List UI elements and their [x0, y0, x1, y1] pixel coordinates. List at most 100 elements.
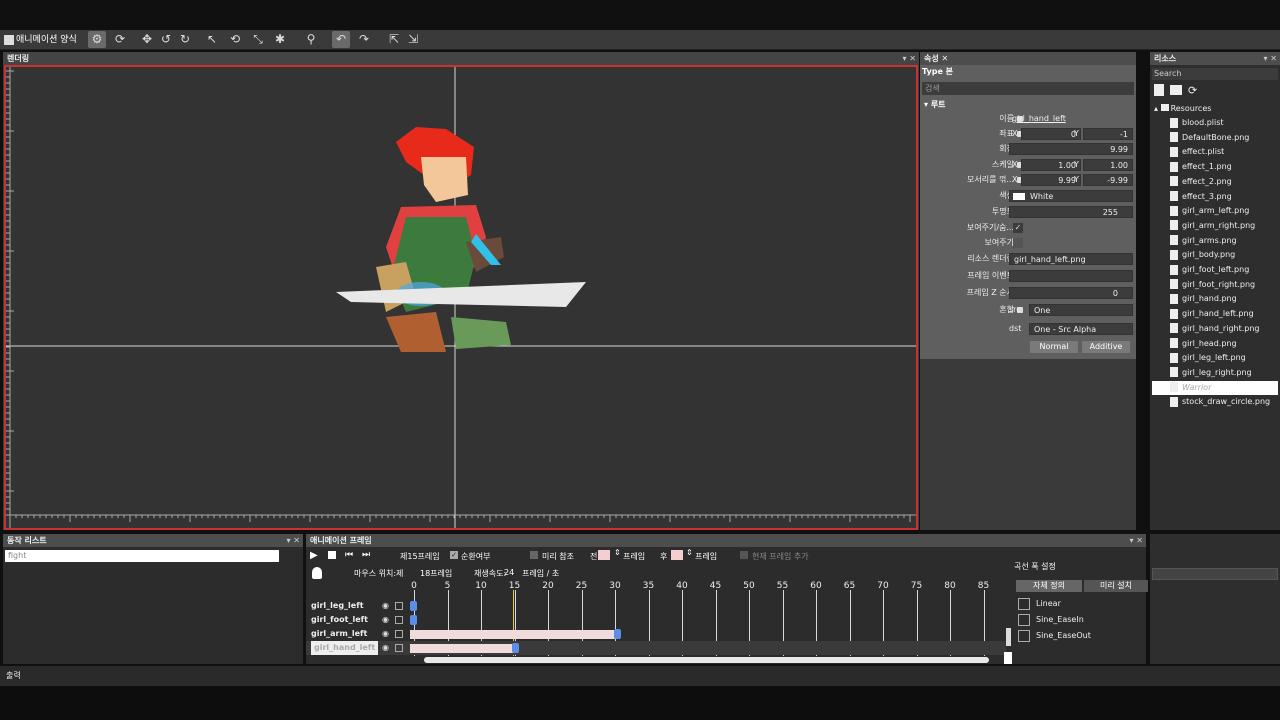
next-icon[interactable]: ↷: [355, 31, 373, 48]
track-row[interactable]: girl_leg_left ◉: [306, 599, 1006, 613]
prev-frame-icon[interactable]: ⏮: [345, 550, 353, 560]
resource-item[interactable]: girl_leg_right.png: [1170, 366, 1252, 380]
curve-item-sine-easeout[interactable]: Sine_EaseOut: [1018, 629, 1091, 643]
scale-x-input[interactable]: 1.00: [1021, 159, 1081, 171]
prev-frames-input[interactable]: [598, 550, 610, 560]
move-icon[interactable]: ✥: [138, 31, 156, 48]
mode-selector[interactable]: 애니메이션 양식: [4, 32, 77, 48]
additive-button[interactable]: Additive: [1082, 341, 1130, 353]
folder-icon[interactable]: [1170, 85, 1182, 95]
resource-search-input[interactable]: Search: [1152, 68, 1278, 80]
lock-icon[interactable]: [395, 630, 403, 638]
rotation-input[interactable]: 9.99: [1009, 143, 1133, 155]
resources-root[interactable]: ▴ Resources: [1154, 102, 1211, 116]
resource-item[interactable]: girl_hand_right.png: [1170, 322, 1260, 336]
onion-checkbox[interactable]: [530, 551, 538, 559]
prev-spinner-icon[interactable]: ⇕: [614, 548, 621, 557]
refresh-resources-icon[interactable]: ⟳: [1188, 84, 1197, 97]
lock-icon[interactable]: [395, 644, 403, 652]
resource-item[interactable]: girl_hand_left.png: [1170, 307, 1254, 321]
play-icon[interactable]: ▶: [310, 550, 318, 561]
pos-x-input[interactable]: 0: [1021, 128, 1081, 140]
import-icon[interactable]: ⇲: [404, 31, 422, 48]
timeline-hscrollbar[interactable]: [424, 657, 989, 663]
stop-icon[interactable]: [328, 551, 336, 559]
resources-tab[interactable]: 리소스 ▾ ✕: [1150, 52, 1280, 65]
resource-item[interactable]: girl_foot_right.png: [1170, 278, 1255, 292]
character-sprite[interactable]: [336, 127, 586, 352]
track-row-selected[interactable]: girl_hand_left ◉: [306, 641, 1006, 655]
frame-z-input[interactable]: 0: [1009, 287, 1133, 299]
track-row[interactable]: girl_arm_left ◉: [306, 627, 1006, 641]
resource-item[interactable]: girl_arms.png: [1170, 234, 1237, 248]
properties-tab[interactable]: 속성 ✕: [920, 52, 1136, 65]
export-icon[interactable]: ⇱: [385, 31, 403, 48]
scale-icon[interactable]: ⤡: [249, 31, 267, 48]
pos-y-input[interactable]: -1: [1083, 128, 1133, 140]
resource-item[interactable]: effect_1.png: [1170, 160, 1232, 174]
resource-item[interactable]: effect.plist: [1170, 145, 1224, 159]
scale-y-input[interactable]: 1.00: [1083, 159, 1133, 171]
visible-hint-checkbox[interactable]: ✓: [1013, 223, 1023, 233]
add-frame-checkbox[interactable]: [740, 551, 748, 559]
opacity-input[interactable]: 255: [1009, 206, 1133, 218]
frame-event-input[interactable]: [1009, 270, 1133, 282]
eye-icon[interactable]: ◉: [382, 643, 389, 652]
resource-item[interactable]: effect_3.png: [1170, 190, 1232, 204]
blend-dst-select[interactable]: One - Src Alpha: [1029, 323, 1133, 335]
resource-input[interactable]: girl_hand_left.png: [1009, 253, 1133, 265]
lock-icon[interactable]: [395, 602, 403, 610]
action-list-item[interactable]: fight: [5, 550, 279, 562]
animation-icon[interactable]: ⚙: [88, 31, 106, 48]
resource-item[interactable]: girl_foot_left.png: [1170, 263, 1249, 277]
resource-item[interactable]: girl_body.png: [1170, 248, 1235, 262]
curve-item-linear[interactable]: Linear: [1018, 597, 1061, 611]
flip-icon[interactable]: ↶: [332, 31, 350, 48]
next-spinner-icon[interactable]: ⇕: [686, 548, 693, 557]
speed-value[interactable]: 24: [504, 568, 514, 577]
panel-menu-icon[interactable]: ▾ ✕: [902, 52, 916, 65]
visible-checkbox[interactable]: [1013, 238, 1023, 248]
property-search-input[interactable]: 검색: [922, 82, 1134, 95]
keyframe[interactable]: [410, 601, 417, 611]
resource-item[interactable]: girl_arm_right.png: [1170, 219, 1255, 233]
resource-item[interactable]: Warrior: [1152, 380, 1278, 395]
curve-item-sine-easein[interactable]: Sine_EaseIn: [1018, 613, 1084, 627]
blend-src-select[interactable]: One: [1029, 304, 1133, 316]
preset-curve-tab[interactable]: 미리 설치: [1084, 580, 1148, 592]
eye-icon[interactable]: ◉: [382, 629, 389, 638]
timeline-vscrollbar[interactable]: [1006, 628, 1011, 646]
skew-x-input[interactable]: 9.99: [1021, 174, 1081, 186]
rotate-right-icon[interactable]: ↻: [176, 31, 194, 48]
skew-y-input[interactable]: -9.99: [1083, 174, 1133, 186]
keyframe[interactable]: [512, 643, 519, 653]
refresh-icon[interactable]: ⟳: [111, 31, 129, 48]
resource-item[interactable]: stock_draw_circle.png: [1170, 395, 1270, 409]
rotate-icon[interactable]: ⟲: [226, 31, 244, 48]
next-frame-icon[interactable]: ⏭: [362, 550, 370, 560]
bone-icon[interactable]: ✱: [271, 31, 289, 48]
new-file-icon[interactable]: [1154, 84, 1164, 96]
name-value[interactable]: girl_hand_left: [1012, 113, 1066, 125]
resource-item[interactable]: DefaultBone.png: [1170, 131, 1249, 145]
resource-item[interactable]: blood.plist: [1170, 116, 1224, 130]
select-icon[interactable]: ↖: [203, 31, 221, 48]
keyframe[interactable]: [614, 629, 621, 639]
loop-checkbox[interactable]: ✓: [450, 551, 458, 559]
link-icon[interactable]: ⚲: [302, 31, 320, 48]
render-canvas[interactable]: [4, 65, 918, 530]
resource-item[interactable]: girl_hand.png: [1170, 292, 1237, 306]
resource-item[interactable]: girl_arm_left.png: [1170, 204, 1249, 218]
resource-item[interactable]: effect_2.png: [1170, 175, 1232, 189]
track-row[interactable]: girl_foot_left ◉: [306, 613, 1006, 627]
custom-curve-tab[interactable]: 자체 정의: [1016, 580, 1082, 592]
eye-icon[interactable]: ◉: [382, 615, 389, 624]
lock-icon[interactable]: [395, 616, 403, 624]
resource-item[interactable]: girl_leg_left.png: [1170, 351, 1246, 365]
keyframe-span[interactable]: [410, 630, 620, 639]
resource-item[interactable]: girl_head.png: [1170, 337, 1237, 351]
keyframe-span[interactable]: [410, 644, 518, 653]
rotate-left-icon[interactable]: ↺: [157, 31, 175, 48]
color-input[interactable]: White: [1009, 190, 1133, 202]
normal-button[interactable]: Normal: [1030, 341, 1078, 353]
